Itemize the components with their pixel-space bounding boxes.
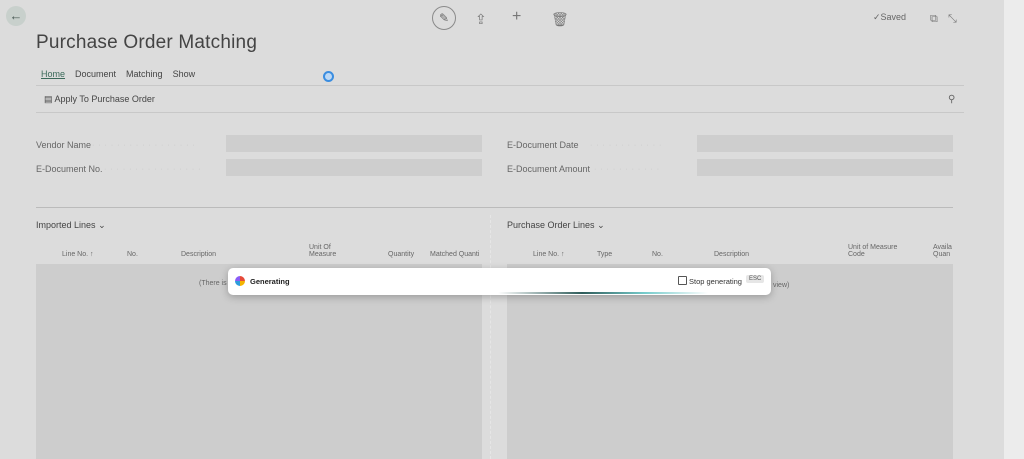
column-header[interactable]: No. <box>652 251 663 258</box>
stop-generating-button[interactable]: Stop generating <box>689 277 742 286</box>
splitter[interactable] <box>490 215 491 459</box>
saved-status: ✓Saved <box>873 12 906 23</box>
copilot-icon <box>235 276 245 286</box>
column-header[interactable]: Line No. ↑ <box>62 251 94 258</box>
document-icon: ▤ <box>44 94 53 104</box>
action-tabs: Home Document Matching Show <box>41 69 195 79</box>
edocument-no-field[interactable] <box>226 159 482 176</box>
pin-icon[interactable]: ⚲ <box>948 94 955 105</box>
apply-label: Apply To Purchase Order <box>54 94 155 104</box>
empty-message: view) <box>773 282 790 289</box>
loading-spinner-icon <box>323 71 334 82</box>
collapse-icon[interactable]: ⤡ <box>948 11 957 27</box>
edocument-no-label: E-Document No. <box>36 164 103 174</box>
imported-lines-title[interactable]: Imported Lines ⌄ <box>36 220 106 231</box>
tab-document[interactable]: Document <box>75 69 116 79</box>
share-icon[interactable]: ⇪ <box>475 11 487 27</box>
delete-icon[interactable]: 🗑 <box>551 11 569 27</box>
progress-shimmer <box>498 292 708 294</box>
tab-matching[interactable]: Matching <box>126 69 163 79</box>
column-header[interactable]: Availa Quan <box>933 244 955 258</box>
leader-dots: · · · · · · · · · · · · · · · · <box>104 166 202 173</box>
purchase-order-lines-title[interactable]: Purchase Order Lines ⌄ <box>507 220 605 231</box>
edocument-date-label: E-Document Date <box>507 140 579 150</box>
empty-message: (There is <box>199 280 227 287</box>
generating-label: Generating <box>250 277 290 286</box>
column-header[interactable]: Quantity <box>388 251 414 258</box>
edit-button[interactable]: ✎ <box>432 6 456 30</box>
chevron-down-icon: ⌄ <box>98 220 106 230</box>
edocument-date-field[interactable] <box>697 135 953 152</box>
divider <box>36 207 953 208</box>
divider <box>36 112 964 113</box>
tab-show[interactable]: Show <box>173 69 196 79</box>
scroll-edge <box>1004 0 1024 459</box>
back-button[interactable]: ← <box>6 6 26 26</box>
copilot-generating-bar: Generating Stop generating ESC <box>228 268 771 295</box>
vendor-name-label: Vendor Name <box>36 140 92 150</box>
column-header[interactable]: Type <box>597 251 612 258</box>
column-header[interactable]: Line No. ↑ <box>533 251 565 258</box>
column-header[interactable]: Unit of Measure Code <box>848 244 900 258</box>
chevron-down-icon: ⌄ <box>597 220 605 230</box>
divider <box>36 85 964 86</box>
leader-dots: · · · · · · · · · · · <box>594 166 661 173</box>
column-header[interactable]: No. <box>127 251 138 258</box>
column-header[interactable]: Description <box>181 251 216 258</box>
vendor-name-field[interactable] <box>226 135 482 152</box>
page-title: Purchase Order Matching <box>36 32 258 53</box>
leader-dots: · · · · · · · · · · · · · · · · · <box>92 142 196 149</box>
leader-dots: · · · · · · · · · · · · <box>590 142 663 149</box>
check-icon: ✓ <box>873 12 881 22</box>
stop-icon <box>678 276 687 285</box>
column-header[interactable]: Matched Quanti <box>430 251 479 258</box>
esc-key-badge: ESC <box>746 275 765 283</box>
arrow-left-icon: ← <box>9 8 23 23</box>
open-new-window-icon[interactable]: ⧉ <box>930 11 938 27</box>
saved-label: Saved <box>880 12 907 22</box>
column-header[interactable]: Unit Of Measure <box>309 244 339 258</box>
edocument-amount-label: E-Document Amount <box>507 164 591 174</box>
pencil-icon: ✎ <box>438 11 450 25</box>
tab-home[interactable]: Home <box>41 69 65 79</box>
column-header[interactable]: Description <box>714 251 749 258</box>
apply-to-purchase-order-button[interactable]: ▤ Apply To Purchase Order <box>44 94 155 105</box>
edocument-amount-field[interactable] <box>697 159 953 176</box>
add-icon[interactable]: + <box>512 9 521 25</box>
